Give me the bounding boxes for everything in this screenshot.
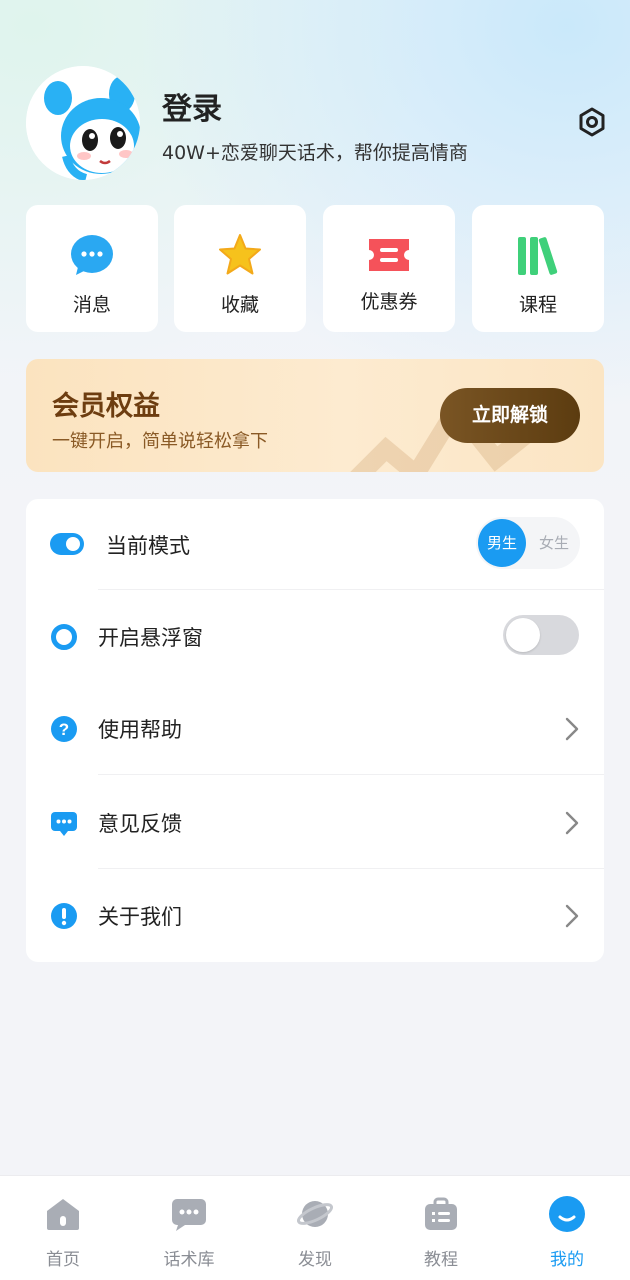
chevron-right-icon [564, 811, 580, 835]
star-icon [218, 233, 262, 277]
tab-label: 首页 [46, 1250, 80, 1270]
divider [98, 774, 604, 775]
tab-profile[interactable]: 我的 [504, 1176, 630, 1280]
question-icon: ? [50, 715, 78, 743]
chat-bubble-icon [70, 233, 114, 277]
settings-menu: 当前模式 男生 女生 开启悬浮窗 ? 使用帮助 意见反馈 关于我们 [26, 499, 604, 962]
tab-label: 发现 [298, 1250, 332, 1270]
feedback-icon [50, 809, 78, 837]
quick-action-favorites[interactable]: 收藏 [174, 205, 306, 332]
avatar[interactable] [26, 66, 140, 180]
gender-switch[interactable]: 男生 女生 [476, 517, 580, 569]
tab-discover[interactable]: 发现 [252, 1176, 378, 1280]
quick-action-courses[interactable]: 课程 [472, 205, 604, 332]
quick-action-label: 消息 [72, 294, 111, 316]
profile-icon [549, 1196, 585, 1232]
quick-action-label: 优惠券 [360, 291, 418, 313]
floating-window-toggle[interactable] [503, 615, 579, 655]
menu-label: 关于我们 [98, 905, 182, 929]
tab-message-library[interactable]: 话术库 [126, 1176, 252, 1280]
menu-row-mode: 当前模式 男生 女生 [26, 499, 604, 591]
exclamation-icon [50, 902, 78, 930]
chevron-right-icon [564, 717, 580, 741]
planet-icon [296, 1196, 334, 1232]
login-subtitle: 40W+恋爱聊天话术，帮你提高情商 [162, 142, 468, 164]
books-icon [516, 233, 560, 277]
toggle-mode-icon [50, 533, 84, 555]
ring-icon [50, 623, 78, 651]
divider [98, 589, 604, 590]
message-library-icon [171, 1196, 207, 1232]
unlock-button[interactable]: 立即解锁 [440, 388, 580, 443]
gender-male-option[interactable]: 男生 [478, 519, 526, 567]
home-icon [45, 1196, 81, 1232]
tab-tutorial[interactable]: 教程 [378, 1176, 504, 1280]
chevron-right-icon [564, 904, 580, 928]
vip-banner[interactable]: 会员权益 一键开启，简单说轻松拿下 立即解锁 [26, 359, 604, 472]
profile-header: 登录 40W+恋爱聊天话术，帮你提高情商 [0, 0, 630, 200]
menu-label: 意见反馈 [98, 812, 182, 836]
vip-subtitle: 一键开启，简单说轻松拿下 [52, 431, 268, 452]
vip-title: 会员权益 [52, 391, 160, 422]
tab-label: 话术库 [163, 1250, 215, 1270]
toggle-knob [506, 618, 540, 652]
menu-row-help[interactable]: ? 使用帮助 [26, 683, 604, 775]
gender-female-option[interactable]: 女生 [530, 519, 578, 567]
coupon-icon [365, 233, 413, 277]
tab-home[interactable]: 首页 [0, 1176, 126, 1280]
menu-label: 使用帮助 [98, 718, 182, 742]
quick-actions: 消息 收藏 优惠券 课程 [26, 205, 604, 332]
divider [98, 868, 604, 869]
tab-label: 我的 [550, 1250, 584, 1270]
menu-row-feedback[interactable]: 意见反馈 [26, 777, 604, 869]
menu-label: 开启悬浮窗 [98, 626, 203, 650]
tab-label: 教程 [424, 1250, 458, 1270]
bottom-tab-bar: 首页 话术库 发现 教程 我的 [0, 1175, 630, 1280]
svg-text:?: ? [59, 720, 69, 739]
settings-hex-icon[interactable] [576, 106, 608, 138]
quick-action-label: 课程 [518, 294, 557, 316]
quick-action-coupons[interactable]: 优惠券 [323, 205, 455, 332]
menu-row-about[interactable]: 关于我们 [26, 870, 604, 962]
menu-row-floating-window: 开启悬浮窗 [26, 591, 604, 683]
quick-action-messages[interactable]: 消息 [26, 205, 158, 332]
menu-label: 当前模式 [106, 534, 190, 558]
quick-action-label: 收藏 [220, 294, 259, 316]
tutorial-icon [423, 1196, 459, 1232]
login-title[interactable]: 登录 [162, 84, 222, 128]
mascot-avatar-icon [26, 66, 140, 180]
